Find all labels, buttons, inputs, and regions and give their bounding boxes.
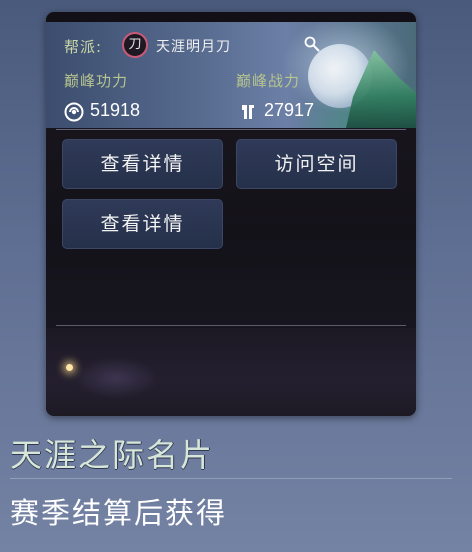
profile-card: 帮派: 刀 天涯明月刀 巅峰功力 巅峰战力 51918 27917 查看详情 访… xyxy=(46,12,416,416)
spark-light xyxy=(66,364,73,371)
gongli-icon xyxy=(64,102,84,122)
view-details-button-2[interactable]: 查看详情 xyxy=(62,199,223,249)
guild-name: 天涯明月刀 xyxy=(156,39,231,55)
banner-divider xyxy=(56,129,406,130)
page-title: 天涯之际名片 xyxy=(10,436,215,474)
search-icon[interactable] xyxy=(304,36,320,52)
banner-top-strip xyxy=(46,12,416,22)
gongli-value: 51918 xyxy=(90,100,141,120)
bottom-scene xyxy=(46,328,416,416)
bottom-divider xyxy=(56,325,406,326)
page-subtitle: 赛季结算后获得 xyxy=(10,496,228,530)
view-details-button[interactable]: 查看详情 xyxy=(62,139,223,189)
visit-space-button[interactable]: 访问空间 xyxy=(236,139,397,189)
guild-label: 帮派: xyxy=(64,38,103,56)
zhanli-icon xyxy=(242,105,254,119)
peak-gongli-label: 巅峰功力 xyxy=(64,72,129,90)
title-divider xyxy=(10,478,452,479)
guild-badge-icon: 刀 xyxy=(122,32,148,58)
zhanli-value: 27917 xyxy=(264,100,315,120)
peak-zhanli-label: 巅峰战力 xyxy=(236,72,301,90)
